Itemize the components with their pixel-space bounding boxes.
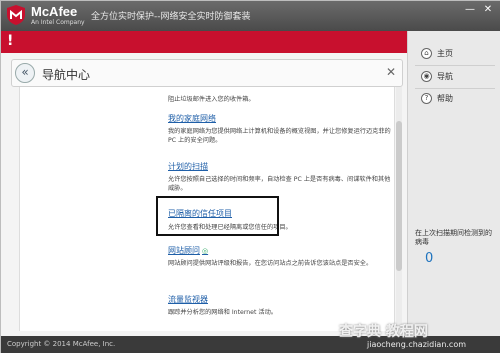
- traffic-monitor-description: 跟踪并分析您的网络和 Internet 活动。: [168, 309, 277, 316]
- sidebar-item-navigation[interactable]: ◉ 导航: [421, 68, 453, 84]
- home-network-link[interactable]: 我的家庭网络: [168, 113, 216, 124]
- virus-count[interactable]: 0: [425, 251, 433, 266]
- title-bar: McAfee An Intel Company 全方位实时保护--网络安全实时防…: [1, 1, 500, 31]
- site-advisor-icon: ◎: [202, 247, 209, 255]
- brand-subtitle: An Intel Company: [31, 19, 85, 26]
- spam-filter-description: 阻止垃圾邮件进入您的收件箱。: [168, 96, 255, 103]
- minimize-button[interactable]: —: [463, 4, 477, 16]
- traffic-monitor-link[interactable]: 流量监视器: [168, 294, 208, 305]
- scheduled-scan-description: 允许您按照自己选择的时间和频率，自动检查 PC 上是否有病毒、间谍软件和其他威胁…: [168, 176, 391, 192]
- page-title: 导航中心: [42, 68, 91, 82]
- sidebar-divider: [415, 65, 495, 66]
- home-icon: ⌂: [421, 47, 432, 59]
- close-panel-button[interactable]: ✕: [386, 65, 396, 79]
- compass-icon: ◉: [421, 70, 432, 82]
- back-button[interactable]: «: [15, 63, 35, 83]
- help-icon: ?: [421, 92, 432, 104]
- navigation-center-header: « 导航中心 ✕: [11, 59, 403, 87]
- sidebar-item-label: 导航: [437, 71, 453, 81]
- scheduled-scan-link[interactable]: 计划的扫描: [168, 161, 208, 172]
- sidebar-item-label: 帮助: [437, 93, 453, 103]
- copyright-text: Copyright © 2014 McAfee, Inc.: [7, 340, 116, 348]
- mcafee-shield-icon: [7, 5, 25, 25]
- virus-detected-label: 在上次扫描期间检测到的病毒: [415, 229, 492, 246]
- status-alert-bar[interactable]: !: [1, 31, 407, 53]
- sidebar-divider: [415, 88, 495, 89]
- site-advisor-description: 网站顾问提供网站评级和报告，在您访问站点之前告诉您该站点是否安全。: [168, 260, 373, 267]
- site-advisor-label: 网站顾问: [168, 246, 200, 255]
- site-advisor-link[interactable]: 网站顾问 ◎: [168, 245, 208, 256]
- home-network-description: 我的家庭网络为您提供网络上计算机和设备的概览视图，并让您修复运行迈克菲的 PC …: [168, 128, 391, 144]
- sidebar-item-home[interactable]: ⌂ 主页: [421, 45, 453, 61]
- close-window-button[interactable]: ✕: [481, 4, 495, 16]
- watermark: 查字典 教程网: [339, 324, 428, 340]
- window-title: 全方位实时保护--网络安全实时防御套装: [91, 12, 251, 22]
- watermark-url: jiaocheng.chazidian.com: [367, 340, 467, 349]
- sidebar-item-help[interactable]: ? 帮助: [421, 90, 453, 106]
- alert-icon: !: [7, 33, 14, 49]
- brand-name: McAfee: [31, 4, 78, 19]
- highlight-box: [156, 196, 279, 236]
- mcafee-window: McAfee An Intel Company 全方位实时保护--网络安全实时防…: [0, 0, 500, 353]
- scrollbar-thumb[interactable]: [396, 121, 402, 271]
- sidebar-item-label: 主页: [437, 48, 453, 58]
